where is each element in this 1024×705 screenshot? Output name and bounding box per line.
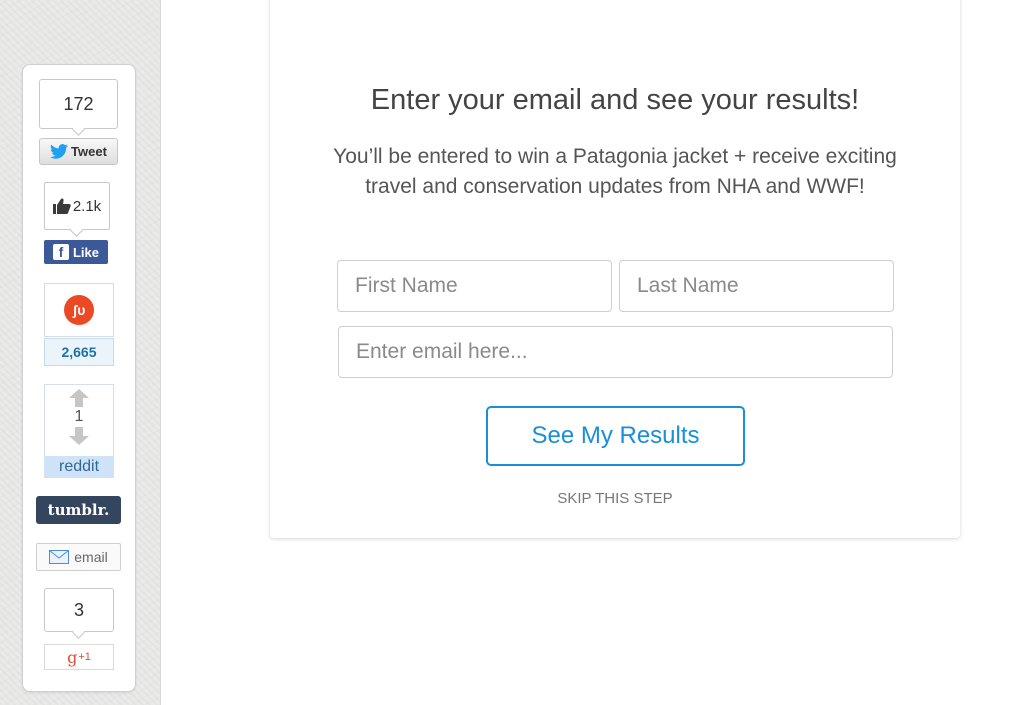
reddit-vote-box: 1: [44, 384, 114, 458]
last-name-input[interactable]: [619, 260, 894, 312]
facebook-like-label: Like: [72, 244, 99, 260]
googleplus-button[interactable]: g +1: [44, 644, 114, 670]
tweet-count-value: 172: [63, 94, 94, 114]
email-label: email: [74, 549, 108, 565]
facebook-f-icon: f: [52, 244, 69, 260]
see-my-results-button[interactable]: See My Results: [486, 406, 745, 466]
stumbleupon-count-value: 2,665: [61, 344, 97, 360]
facebook-like-count: 2.1k: [44, 182, 110, 230]
reddit-score: 1: [74, 408, 84, 425]
reddit-label: reddit: [58, 458, 100, 475]
skip-step-link[interactable]: SKIP THIS STEP: [270, 490, 960, 507]
googleplus-count: 3: [44, 588, 114, 632]
envelope-icon: [49, 550, 70, 564]
twitter-bird-icon: [50, 144, 69, 159]
thumbs-up-icon: [52, 198, 71, 214]
upvote-arrow-icon[interactable]: [69, 389, 89, 407]
downvote-arrow-icon[interactable]: [69, 427, 89, 445]
email-input[interactable]: [338, 326, 893, 378]
googleplus-label: +1: [78, 651, 91, 663]
tweet-count: 172: [39, 79, 118, 129]
stumbleupon-count: 2,665: [44, 338, 114, 366]
googleplus-g-icon: g: [67, 647, 78, 667]
signup-subtext: You’ll be entered to win a Patagonia jac…: [333, 145, 897, 198]
tumblr-label: tumblr.: [47, 501, 110, 519]
tumblr-button[interactable]: tumblr.: [36, 496, 121, 524]
signup-heading: Enter your email and see your results!: [370, 84, 860, 116]
tweet-label: Tweet: [71, 144, 107, 159]
first-name-input[interactable]: [337, 260, 612, 312]
stumbleupon-button[interactable]: ʃυ: [44, 283, 114, 337]
facebook-count-value: 2.1k: [72, 197, 102, 215]
stumbleupon-icon: ʃυ: [64, 295, 94, 325]
reddit-button[interactable]: reddit: [44, 456, 114, 478]
googleplus-count-value: 3: [73, 600, 84, 620]
email-share-button[interactable]: email: [36, 543, 121, 571]
facebook-like-button[interactable]: f Like: [44, 240, 108, 264]
tweet-button[interactable]: Tweet: [39, 138, 118, 165]
